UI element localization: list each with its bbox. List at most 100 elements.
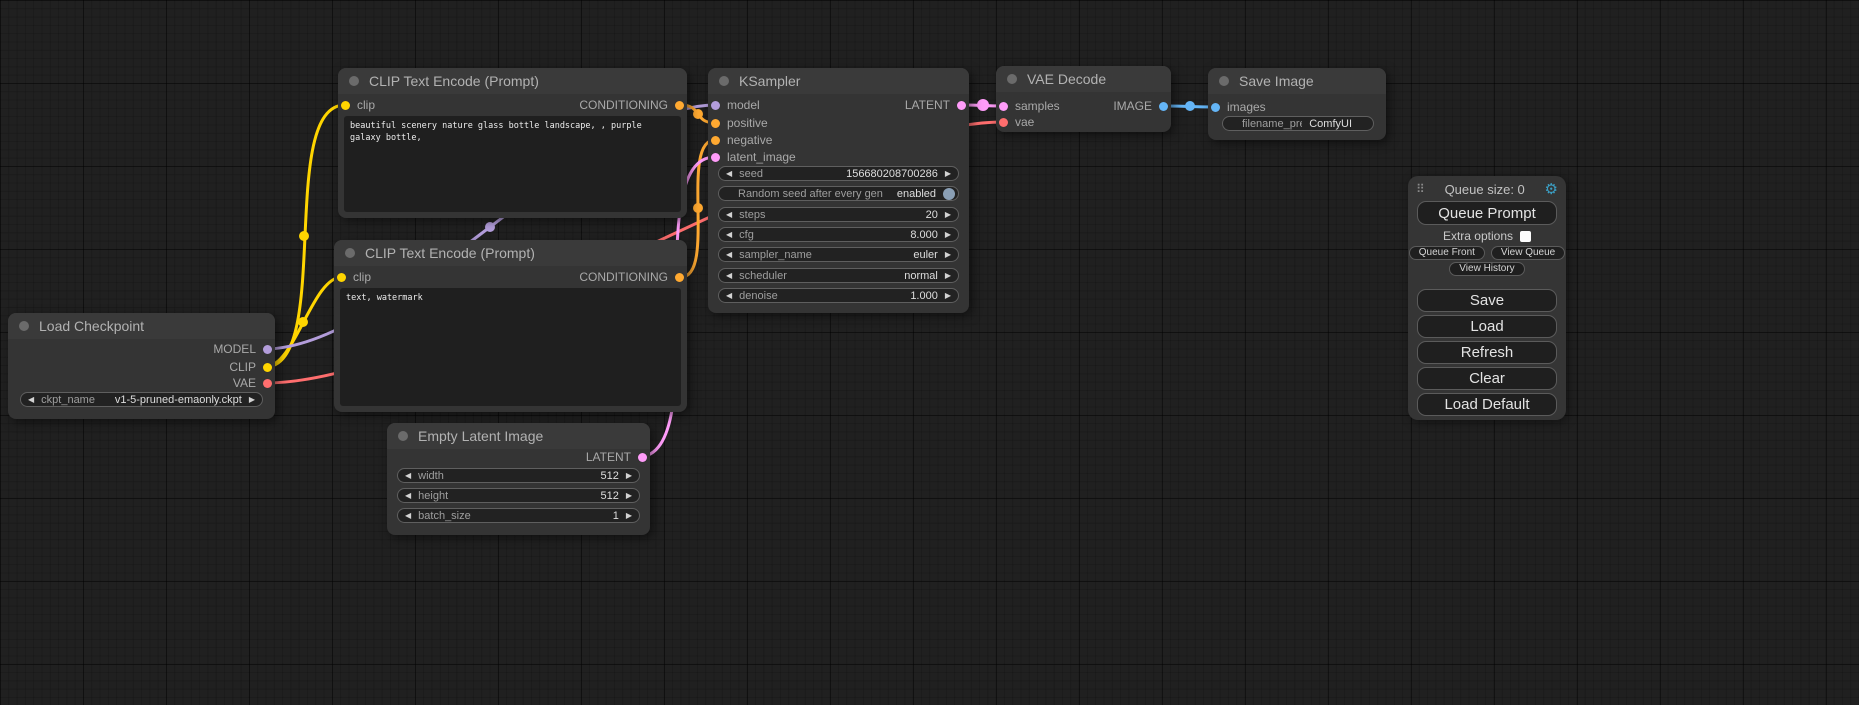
- decrement-arrow-icon[interactable]: ◀: [405, 512, 411, 520]
- collapse-dot-icon[interactable]: [1219, 76, 1229, 86]
- collapse-dot-icon[interactable]: [349, 76, 359, 86]
- increment-arrow-icon[interactable]: ▶: [945, 211, 951, 219]
- slot-label: positive: [727, 116, 768, 130]
- input-slot-clip: clip: [341, 98, 375, 112]
- node-header[interactable]: CLIP Text Encode (Prompt): [338, 68, 687, 94]
- width-widget[interactable]: ◀ width 512 ▶: [397, 468, 640, 483]
- node-empty-latent-image[interactable]: Empty Latent Image LATENT ◀ width 512 ▶ …: [387, 423, 650, 535]
- prompt-textarea[interactable]: beautiful scenery nature glass bottle la…: [344, 116, 681, 212]
- filename-prefix-widget[interactable]: filename_prefix ComfyUI: [1222, 116, 1374, 131]
- node-header[interactable]: CLIP Text Encode (Prompt): [334, 240, 687, 266]
- view-queue-button[interactable]: View Queue: [1491, 246, 1565, 260]
- node-graph-canvas[interactable]: Load Checkpoint MODEL CLIP VAE ◀ ckpt_na…: [0, 0, 1859, 705]
- queue-front-button[interactable]: Queue Front: [1409, 246, 1485, 260]
- denoise-widget[interactable]: ◀ denoise 1.000 ▶: [718, 288, 959, 303]
- collapse-dot-icon[interactable]: [719, 76, 729, 86]
- widget-value: 8.000: [910, 229, 938, 241]
- ckpt-name-widget[interactable]: ◀ ckpt_name v1-5-pruned-emaonly.ckpt ▶: [20, 392, 263, 407]
- conditioning-slot-dot[interactable]: [711, 136, 720, 145]
- decrement-arrow-icon[interactable]: ◀: [405, 492, 411, 500]
- increment-arrow-icon[interactable]: ▶: [945, 251, 951, 259]
- sampler-name-widget[interactable]: ◀ sampler_name euler ▶: [718, 247, 959, 262]
- view-history-button[interactable]: View History: [1449, 262, 1524, 276]
- node-save-image[interactable]: Save Image images filename_prefix ComfyU…: [1208, 68, 1386, 140]
- random-seed-toggle-widget[interactable]: Random seed after every gen enabled: [718, 186, 959, 201]
- extra-options-checkbox[interactable]: [1520, 231, 1531, 242]
- latent-slot-dot[interactable]: [957, 101, 966, 110]
- clip-slot-dot[interactable]: [337, 273, 346, 282]
- increment-arrow-icon[interactable]: ▶: [626, 492, 632, 500]
- latent-slot-dot[interactable]: [711, 153, 720, 162]
- conditioning-slot-dot[interactable]: [675, 273, 684, 282]
- latent-slot-dot[interactable]: [999, 102, 1008, 111]
- node-header[interactable]: VAE Decode: [996, 66, 1171, 92]
- save-button[interactable]: Save: [1417, 289, 1557, 312]
- link-midpoint-dot[interactable]: [693, 109, 703, 119]
- link-midpoint-dot[interactable]: [1185, 101, 1195, 111]
- widget-label: width: [418, 470, 593, 482]
- decrement-arrow-icon[interactable]: ◀: [726, 292, 732, 300]
- node-vae-decode[interactable]: VAE Decode samples vae IMAGE: [996, 66, 1171, 132]
- drag-handle-icon[interactable]: ⠿: [1416, 182, 1425, 196]
- decrement-arrow-icon[interactable]: ◀: [726, 231, 732, 239]
- decrement-arrow-icon[interactable]: ◀: [726, 251, 732, 259]
- image-slot-dot[interactable]: [1159, 102, 1168, 111]
- scheduler-widget[interactable]: ◀ scheduler normal ▶: [718, 268, 959, 283]
- node-load-checkpoint[interactable]: Load Checkpoint MODEL CLIP VAE ◀ ckpt_na…: [8, 313, 275, 419]
- conditioning-slot-dot[interactable]: [711, 119, 720, 128]
- increment-arrow-icon[interactable]: ▶: [626, 472, 632, 480]
- clip-slot-dot[interactable]: [263, 363, 272, 372]
- increment-arrow-icon[interactable]: ▶: [626, 512, 632, 520]
- clear-button[interactable]: Clear: [1417, 367, 1557, 390]
- link-midpoint-dot[interactable]: [298, 317, 308, 327]
- node-title: KSampler: [739, 73, 800, 89]
- gear-icon[interactable]: ⚙: [1545, 182, 1558, 197]
- decrement-arrow-icon[interactable]: ◀: [726, 272, 732, 280]
- node-clip-text-encode-positive[interactable]: CLIP Text Encode (Prompt) clip CONDITION…: [338, 68, 687, 218]
- load-default-button[interactable]: Load Default: [1417, 393, 1557, 416]
- link-midpoint-dot[interactable]: [693, 203, 703, 213]
- widget-label: cfg: [739, 229, 903, 241]
- decrement-arrow-icon[interactable]: ◀: [726, 211, 732, 219]
- increment-arrow-icon[interactable]: ▶: [249, 396, 255, 404]
- link-midpoint-dot[interactable]: [299, 231, 309, 241]
- node-header[interactable]: Load Checkpoint: [8, 313, 275, 339]
- image-slot-dot[interactable]: [1211, 103, 1220, 112]
- prompt-textarea[interactable]: text, watermark: [340, 288, 681, 406]
- node-ksampler[interactable]: KSampler model positive negative latent_…: [708, 68, 969, 313]
- node-header[interactable]: Empty Latent Image: [387, 423, 650, 449]
- node-header[interactable]: KSampler: [708, 68, 969, 94]
- decrement-arrow-icon[interactable]: ◀: [726, 170, 732, 178]
- decrement-arrow-icon[interactable]: ◀: [28, 396, 34, 404]
- queue-prompt-button[interactable]: Queue Prompt: [1417, 201, 1557, 225]
- increment-arrow-icon[interactable]: ▶: [945, 170, 951, 178]
- height-widget[interactable]: ◀ height 512 ▶: [397, 488, 640, 503]
- vae-slot-dot[interactable]: [999, 118, 1008, 127]
- model-slot-dot[interactable]: [263, 345, 272, 354]
- clip-slot-dot[interactable]: [341, 101, 350, 110]
- increment-arrow-icon[interactable]: ▶: [945, 292, 951, 300]
- collapse-dot-icon[interactable]: [1007, 74, 1017, 84]
- toggle-enabled-dot[interactable]: [943, 188, 955, 200]
- vae-slot-dot[interactable]: [263, 379, 272, 388]
- conditioning-slot-dot[interactable]: [675, 101, 684, 110]
- model-slot-dot[interactable]: [711, 101, 720, 110]
- collapse-dot-icon[interactable]: [19, 321, 29, 331]
- collapse-dot-icon[interactable]: [345, 248, 355, 258]
- collapse-dot-icon[interactable]: [398, 431, 408, 441]
- steps-widget[interactable]: ◀ steps 20 ▶: [718, 207, 959, 222]
- node-header[interactable]: Save Image: [1208, 68, 1386, 94]
- batch-size-widget[interactable]: ◀ batch_size 1 ▶: [397, 508, 640, 523]
- refresh-button[interactable]: Refresh: [1417, 341, 1557, 364]
- widget-label: seed: [739, 168, 839, 180]
- latent-slot-dot[interactable]: [638, 453, 647, 462]
- link-midpoint-dot[interactable]: [485, 222, 495, 232]
- seed-widget[interactable]: ◀ seed 156680208700286 ▶: [718, 166, 959, 181]
- load-button[interactable]: Load: [1417, 315, 1557, 338]
- increment-arrow-icon[interactable]: ▶: [945, 272, 951, 280]
- increment-arrow-icon[interactable]: ▶: [945, 231, 951, 239]
- node-clip-text-encode-negative[interactable]: CLIP Text Encode (Prompt) clip CONDITION…: [334, 240, 687, 412]
- cfg-widget[interactable]: ◀ cfg 8.000 ▶: [718, 227, 959, 242]
- link-midpoint-dot[interactable]: [977, 99, 989, 111]
- decrement-arrow-icon[interactable]: ◀: [405, 472, 411, 480]
